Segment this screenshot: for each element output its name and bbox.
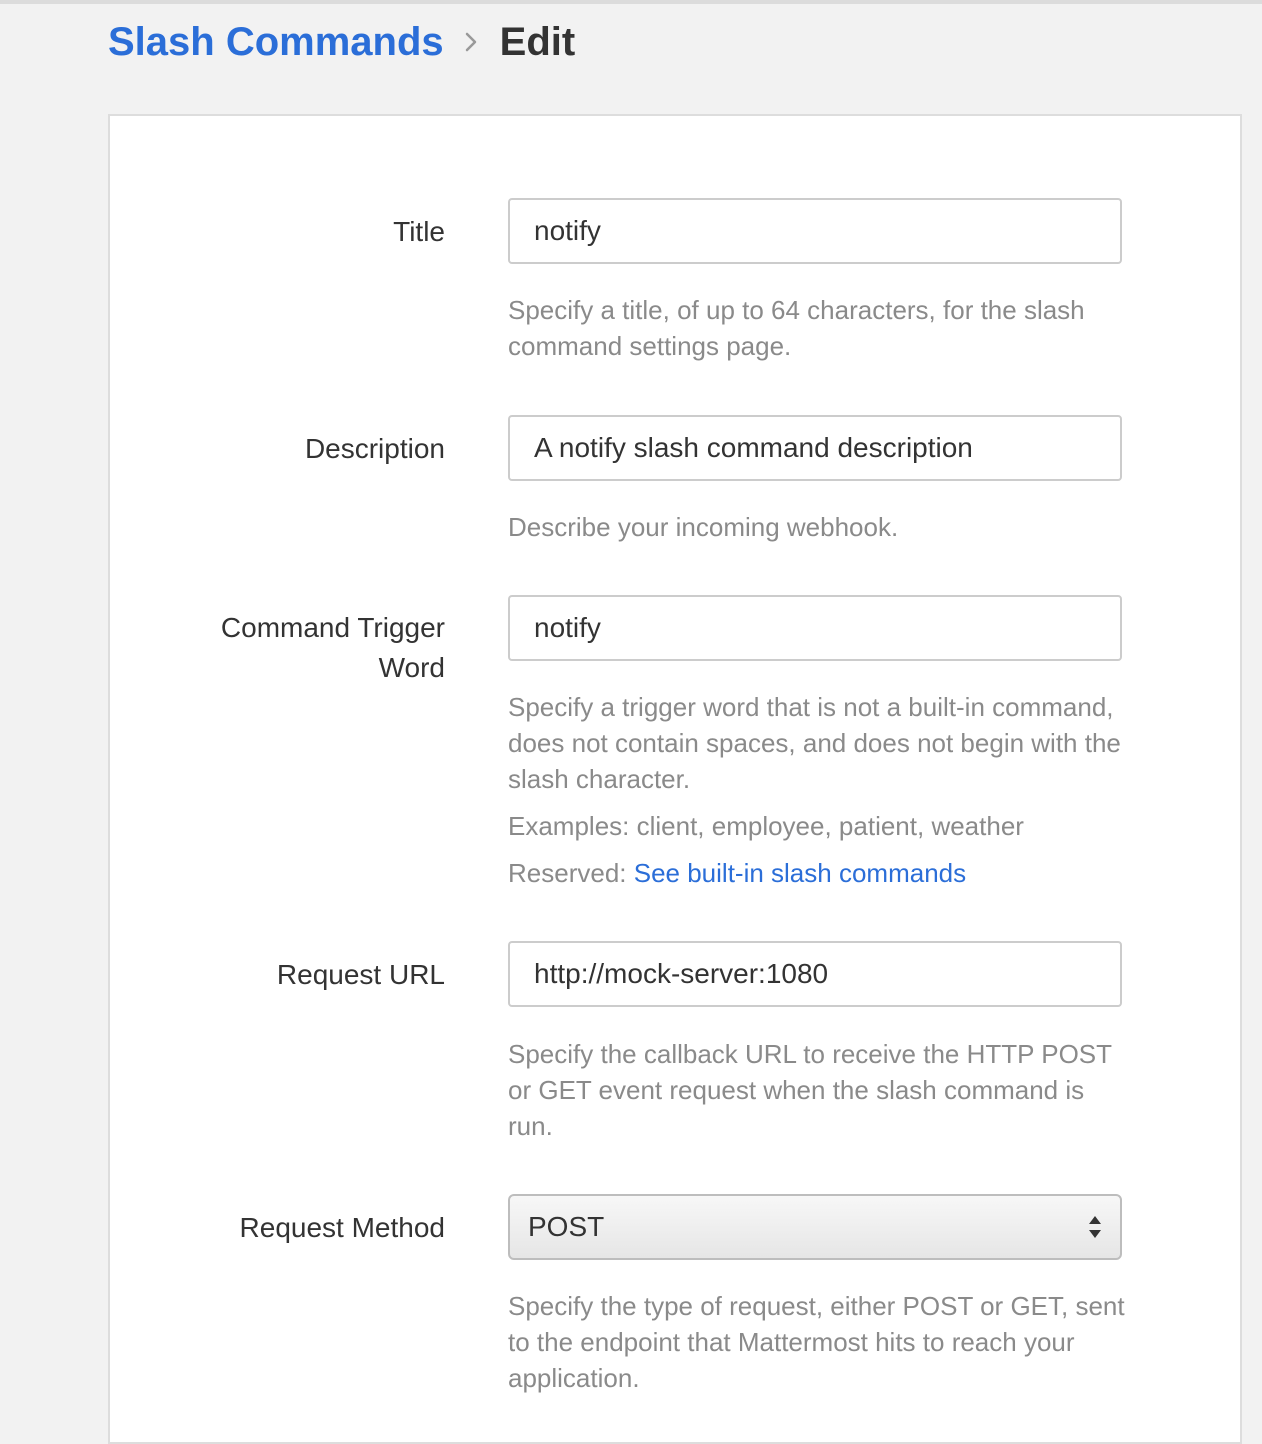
reserved-prefix: Reserved: <box>508 858 634 888</box>
breadcrumb-current: Edit <box>499 19 576 64</box>
description-input[interactable] <box>508 415 1122 481</box>
request-method-selected: POST <box>528 1211 605 1242</box>
request-method-help: Specify the type of request, either POST… <box>508 1291 1125 1393</box>
request-method-label: Request Method <box>239 1212 445 1243</box>
chevron-right-icon <box>464 30 478 54</box>
trigger-word-examples: Examples: client, employee, patient, wea… <box>508 811 1024 841</box>
request-url-input[interactable] <box>508 941 1122 1007</box>
breadcrumb: Slash Commands Edit <box>108 14 575 70</box>
request-url-help: Specify the callback URL to receive the … <box>508 1039 1112 1141</box>
select-arrows-icon <box>1088 1214 1102 1240</box>
top-divider <box>0 0 1262 4</box>
title-label: Title <box>393 216 445 247</box>
trigger-word-help: Specify a trigger word that is not a bui… <box>508 692 1121 794</box>
built-in-slash-commands-link[interactable]: See built-in slash commands <box>634 858 966 888</box>
title-input[interactable] <box>508 198 1122 264</box>
trigger-word-label-line2: Word <box>378 652 445 683</box>
request-method-select[interactable]: POST <box>508 1194 1122 1260</box>
description-label: Description <box>304 433 445 464</box>
trigger-word-reserved: Reserved: See built-in slash commands <box>508 855 1128 891</box>
request-url-label: Request URL <box>276 959 445 990</box>
trigger-word-input[interactable] <box>508 595 1122 661</box>
title-help: Specify a title, of up to 64 characters,… <box>508 295 1085 361</box>
trigger-word-label: Command Trigger Word <box>145 608 445 688</box>
breadcrumb-slash-commands-link[interactable]: Slash Commands <box>108 20 444 65</box>
edit-slash-command-panel: Title Specify a title, of up to 64 chara… <box>108 114 1242 1444</box>
trigger-word-label-line1: Command Trigger <box>220 612 445 643</box>
description-help: Describe your incoming webhook. <box>508 512 899 542</box>
